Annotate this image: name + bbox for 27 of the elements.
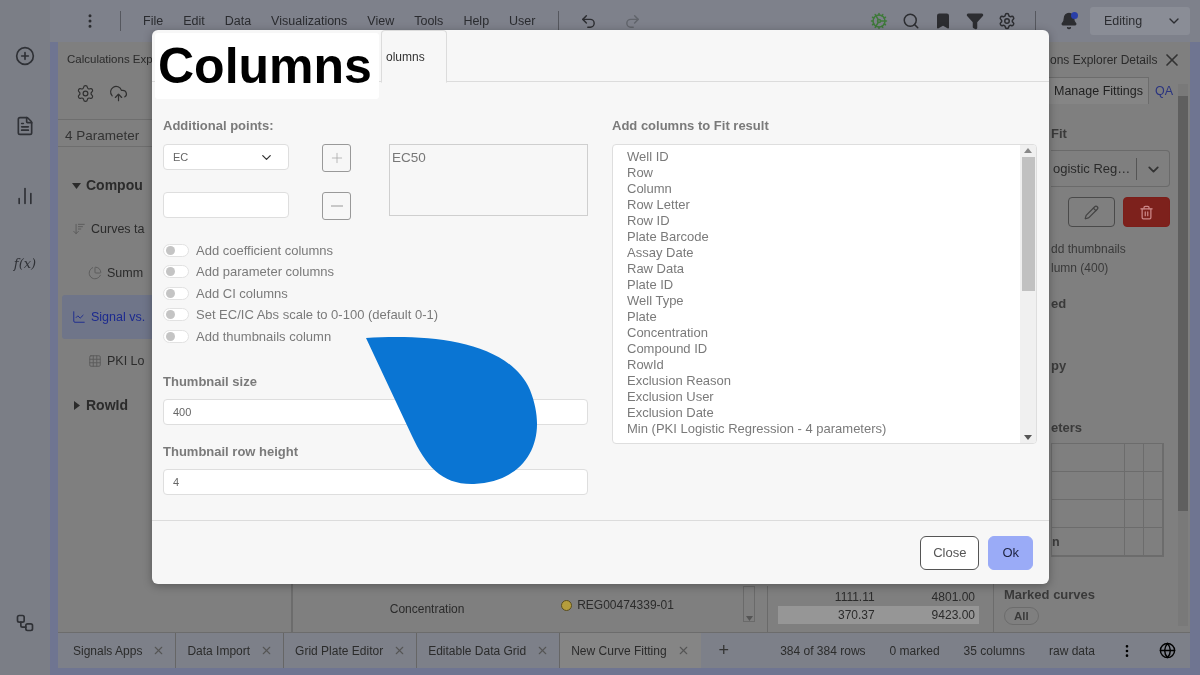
section-title: 4 Parameter bbox=[65, 128, 140, 143]
panel-title: Calculations Exp bbox=[67, 53, 153, 65]
table-cell-text: 1111.11 bbox=[833, 590, 876, 604]
table-cell-text: 4801.00 bbox=[930, 590, 976, 604]
field-label: Thumbnail row height bbox=[163, 443, 300, 459]
note-text: lumn (400) bbox=[1051, 260, 1110, 277]
note-text: dd thumbnails bbox=[1051, 241, 1127, 258]
field-label: Thumbnail size bbox=[163, 373, 258, 389]
toggle-label: Add coefficient columns bbox=[196, 242, 334, 258]
status-text: raw data bbox=[1048, 643, 1095, 658]
section-title: eters bbox=[1051, 420, 1084, 435]
status-text: 35 columns bbox=[963, 643, 1025, 658]
field-label: Additional points: bbox=[163, 118, 275, 133]
status-text: 0 marked bbox=[889, 643, 940, 658]
panel-title: ons Explorer Details bbox=[1050, 52, 1158, 67]
field-label: Add columns to Fit result bbox=[612, 118, 770, 133]
toggle-label: Add parameter columns bbox=[196, 264, 334, 280]
section-title: ed bbox=[1051, 296, 1068, 311]
axis-label: Concentration bbox=[388, 601, 466, 618]
table-cell-text: 370.37 bbox=[836, 608, 876, 622]
section-title: Fit bbox=[1051, 126, 1068, 141]
table-cell: n bbox=[1052, 528, 1125, 556]
table-cell-text: 9423.00 bbox=[930, 608, 976, 622]
section-title: Marked curves bbox=[1004, 587, 1096, 602]
section-title: py bbox=[1051, 358, 1068, 373]
annotation-label: Columns bbox=[155, 33, 379, 99]
status-text: 384 of 384 rows bbox=[780, 643, 866, 658]
